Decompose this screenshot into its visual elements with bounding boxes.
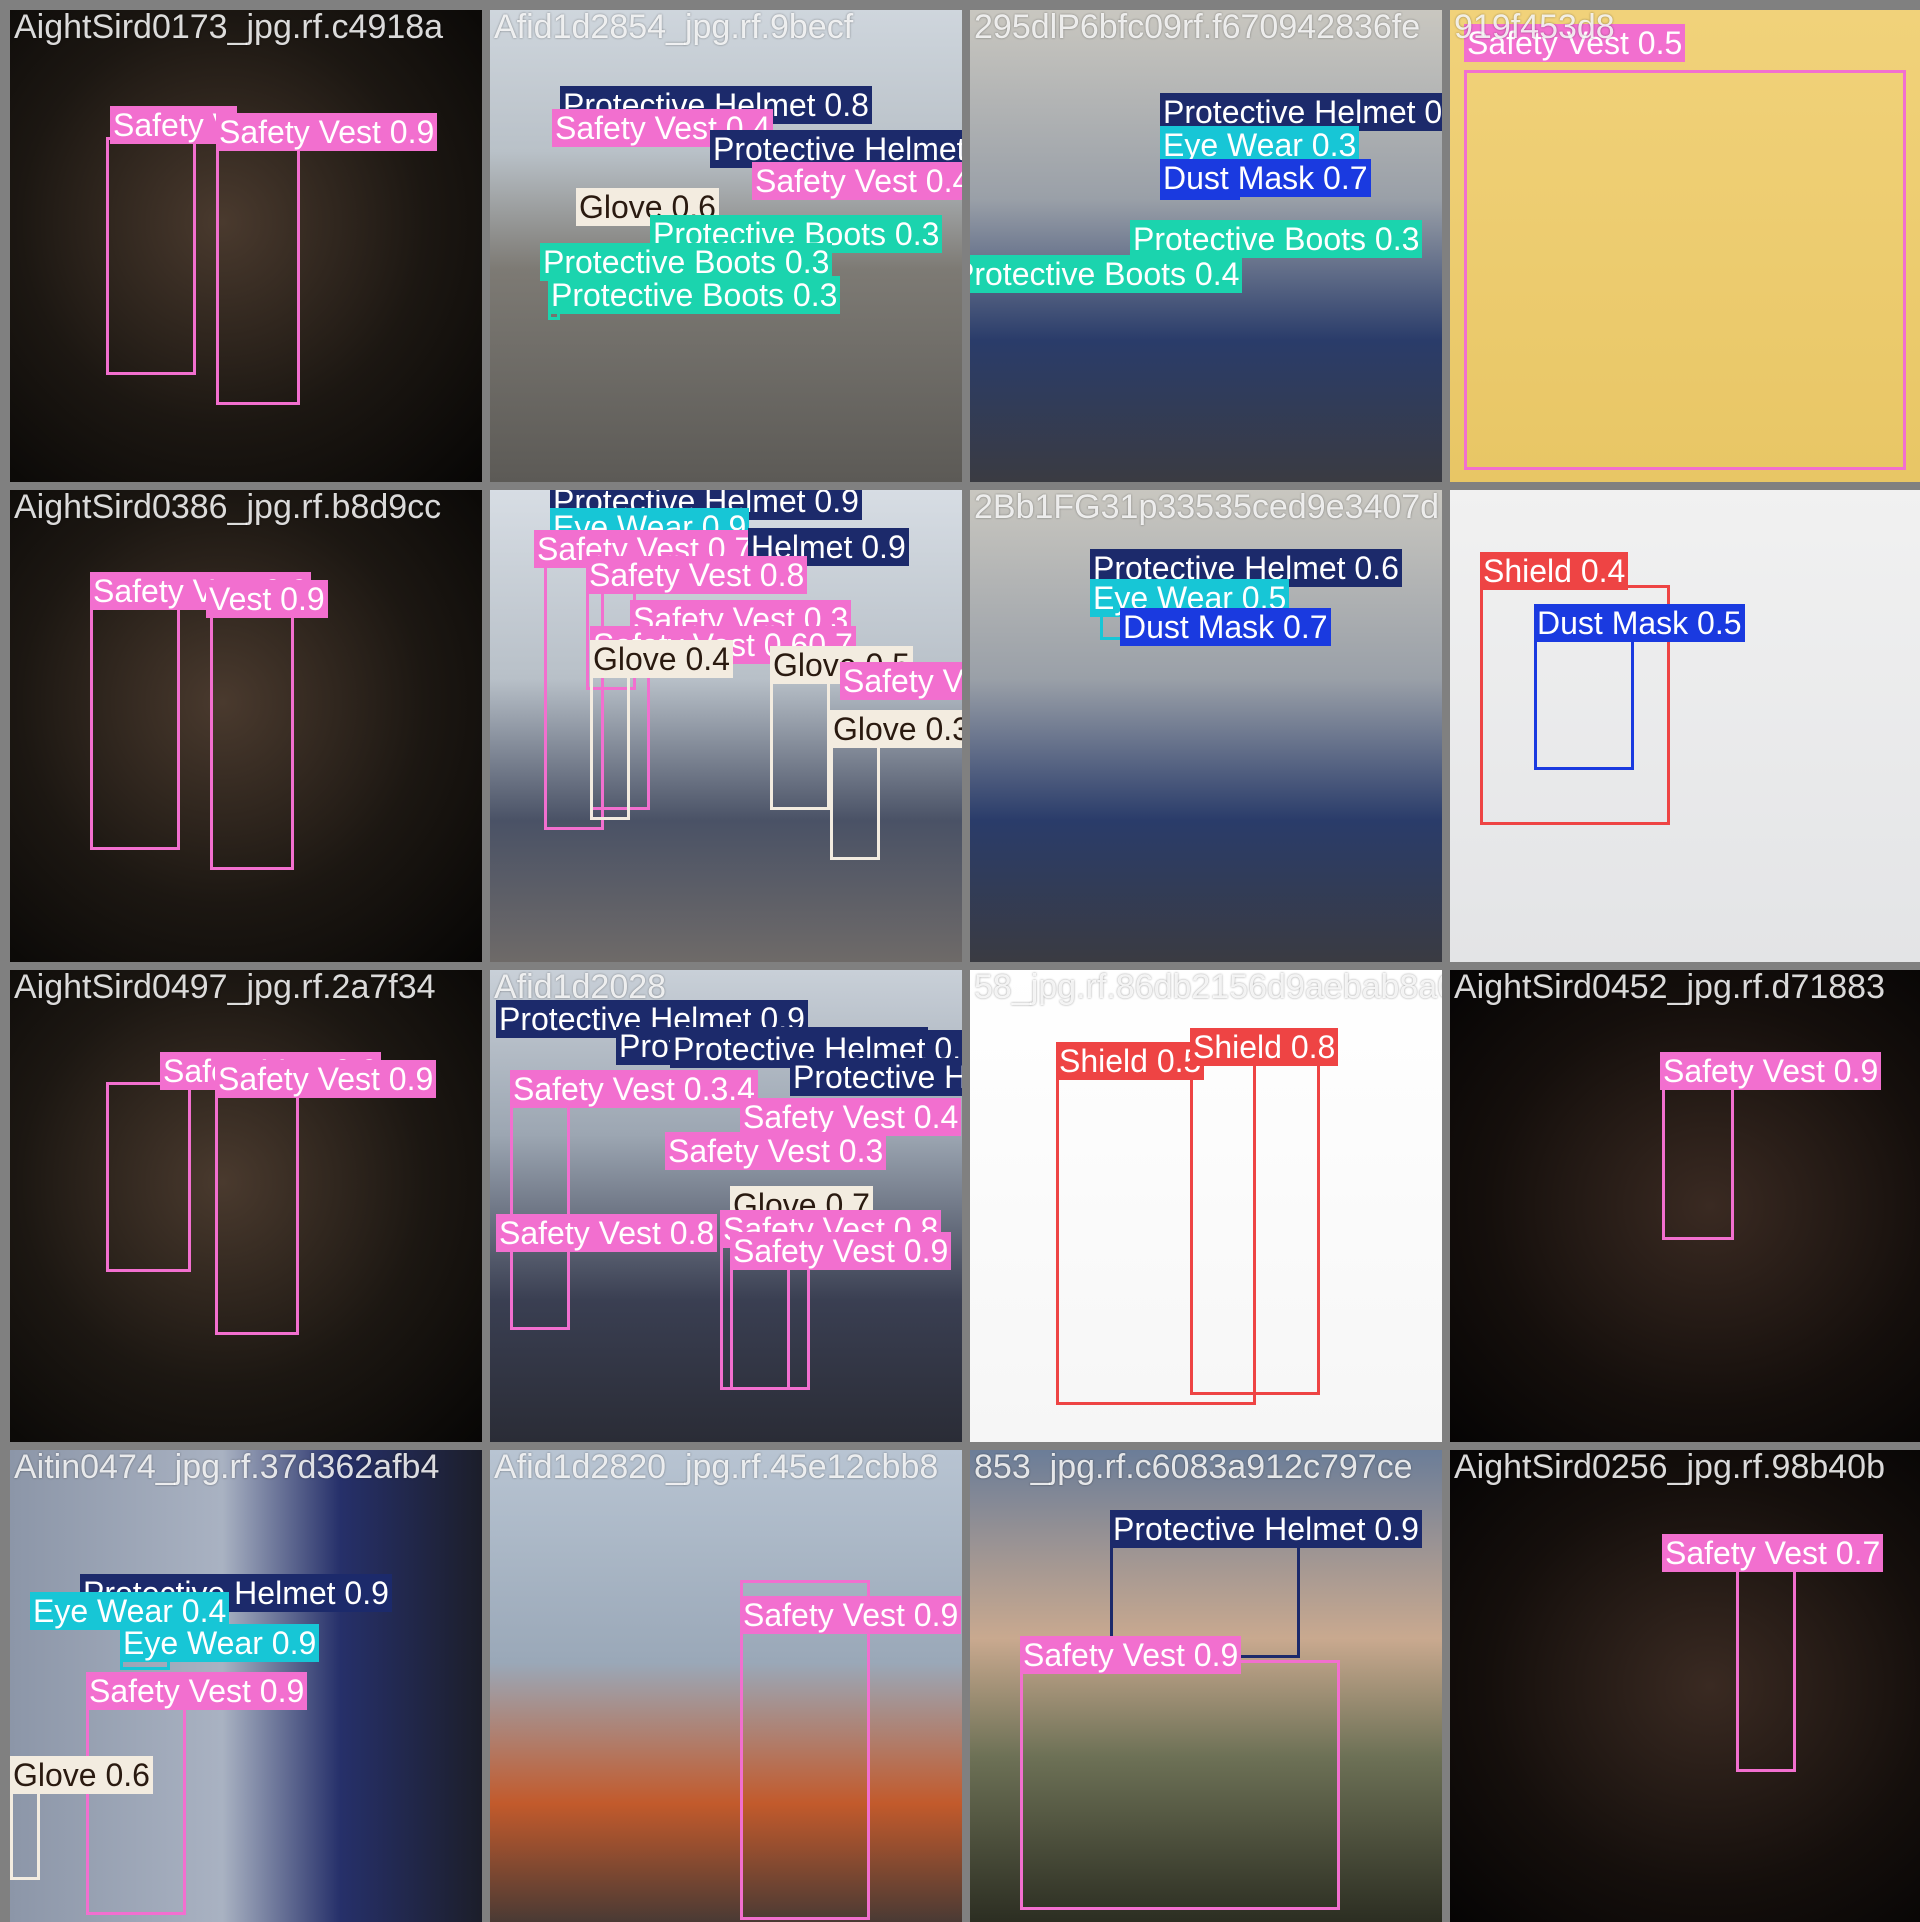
photo-background [490, 1450, 962, 1922]
detection-label: Safety Vest 0.7 [1662, 1534, 1884, 1572]
detection-label: Safety Vest 0.9 [730, 1232, 952, 1270]
detection-label: Safety Vest 0.3 [665, 1132, 887, 1170]
detection-label: Safety Vest 0.9 [215, 1060, 437, 1098]
detection-tile: Afid1d2028 Protective Helmet 0.9 Protectiv… [490, 970, 962, 1442]
detection-tile: AightSird0173_jpg.rf.c4918a Safety V Safet… [10, 10, 482, 482]
detection-label: Safety Vest 0.5 [840, 662, 962, 700]
bounding-box [215, 1090, 299, 1335]
detection-label: Shield 0.5 [1056, 1042, 1205, 1080]
image-filename: 2Bb1FG31p33535ced9e3407d [974, 490, 1440, 526]
detection-label: Safety Vest 0.9 [86, 1672, 308, 1710]
image-filename: 853_jpg.rf.c6083a912c797ce [974, 1450, 1413, 1486]
image-filename: AightSird0173_jpg.rf.c4918a [14, 10, 444, 46]
bounding-box [1020, 1660, 1340, 1910]
bounding-box [1464, 70, 1906, 470]
detection-label: Dust Mask 0.7 [1160, 159, 1371, 197]
detection-tile: Afid1d2854_jpg.rf.9becf Protective Helmet… [490, 10, 962, 482]
image-filename: AightSird0386_jpg.rf.b8d9cc [14, 490, 442, 526]
detection-tile: Aitin0474_jpg.rf.37d362afb4 Protective He… [10, 1450, 482, 1922]
detection-label: Glove 0.3 [830, 710, 962, 748]
detection-tile: AightSird0497_jpg.rf.2a7f34 Safety Vest 0… [10, 970, 482, 1442]
detection-label: Safety Vest 0.9 [216, 113, 438, 151]
image-filename: Afid1d2820_jpg.rf.45e12cbb8 [494, 1450, 939, 1486]
detection-label: Safety Vest 0.9 [1660, 1052, 1882, 1090]
detection-label: Safety Vest 0.9 [740, 1596, 962, 1634]
detection-tile: 2Bb1FG31p33535ced9e3407d Protective Helme… [970, 490, 1442, 962]
image-filename: AightSird0256_jpg.rf.98b40b [1454, 1450, 1885, 1486]
photo-background [1450, 1450, 1920, 1922]
bounding-box [1534, 634, 1634, 770]
image-filename: Aitin0474_jpg.rf.37d362afb4 [14, 1450, 440, 1486]
detection-tile: Shield 0.4 Dust Mask 0.5 [1450, 490, 1920, 962]
bounding-box [510, 1090, 570, 1330]
detection-tile: AightSird0386_jpg.rf.b8d9cc Safety Vest 0… [10, 490, 482, 962]
image-filename: 919f453d8 [1454, 10, 1615, 46]
bounding-box [106, 1082, 191, 1272]
image-filename: Afid1d2028 [494, 970, 667, 1006]
detection-label: Safety Vest 0.3.4 [510, 1070, 758, 1108]
detection-label: Safety Vest 0.9 [1020, 1636, 1242, 1674]
detection-label: Shield 0.8 [1190, 1028, 1339, 1066]
bounding-box [90, 600, 180, 850]
detection-tile: 295dlP6bfc09rf.f670942836fe Protective He… [970, 10, 1442, 482]
image-filename: AightSird0452_jpg.rf.d71883 [1454, 970, 1885, 1006]
bounding-box [10, 1780, 40, 1880]
detection-label: Eye Wear 0.9 [120, 1624, 320, 1662]
image-filename: 295dlP6bfc09rf.f670942836fe [974, 10, 1421, 46]
bounding-box [1736, 1562, 1796, 1772]
detection-tile: 919f453d8 Safety Vest 0.5 [1450, 10, 1920, 482]
detection-label: Dust Mask 0.7 [1120, 608, 1331, 646]
detection-tile: AightSird0452_jpg.rf.d71883 Safety Vest 0… [1450, 970, 1920, 1442]
bounding-box [590, 660, 630, 820]
detection-grid: AightSird0173_jpg.rf.c4918a Safety V Safet… [0, 0, 1920, 1922]
detection-label: Safety Vest 0.8 [586, 556, 808, 594]
detection-label: Protective Helmet 0.9 [1110, 1510, 1422, 1548]
bounding-box [86, 1700, 186, 1915]
detection-label: Glove 0.6 [10, 1756, 153, 1794]
detection-tile: 853_jpg.rf.c6083a912c797ce Protective Hel… [970, 1450, 1442, 1922]
detection-label: Protective Helmet 0.7 [790, 1058, 962, 1096]
bounding-box [216, 145, 300, 405]
bounding-box [1190, 1050, 1320, 1395]
bounding-box [106, 137, 196, 375]
detection-label: Protective Boots 0.4 [970, 255, 1243, 293]
detection-tile: AightSird0256_jpg.rf.98b40b Safety Vest 0… [1450, 1450, 1920, 1922]
detection-tile: Afid1d2820_jpg.rf.45e12cbb8 Safety Vest 0… [490, 1450, 962, 1922]
bounding-box [1662, 1080, 1734, 1240]
detection-label: Dust Mask 0.5 [1534, 604, 1745, 642]
detection-label: Glove 0.4 [590, 640, 733, 678]
image-filename: Afid1d2854_jpg.rf.9becf [494, 10, 854, 46]
image-filename: 58_jpg.rf.86db2156d9aebab8a0 [974, 970, 1442, 1006]
detection-label: Safety Vest 0.40.7 [752, 162, 962, 200]
detection-tile: 58_jpg.rf.86db2156d9aebab8a0 Shield 0.5 Sh… [970, 970, 1442, 1442]
detection-label: Safety Vest 0.4 [740, 1098, 962, 1136]
detection-label: Protective Boots 0.3 [1130, 220, 1423, 258]
detection-tile: Protective Helmet 0.9 Eye Wear 0.9 Safety … [490, 490, 962, 962]
detection-label: Protective Boots 0.3 [548, 276, 841, 314]
detection-label: Safety Vest 0.8 [496, 1214, 718, 1252]
image-filename: AightSird0497_jpg.rf.2a7f34 [14, 970, 436, 1006]
detection-label: Shield 0.4 [1480, 552, 1629, 590]
bounding-box [210, 610, 294, 870]
detection-label: Vest 0.9 [206, 580, 328, 618]
